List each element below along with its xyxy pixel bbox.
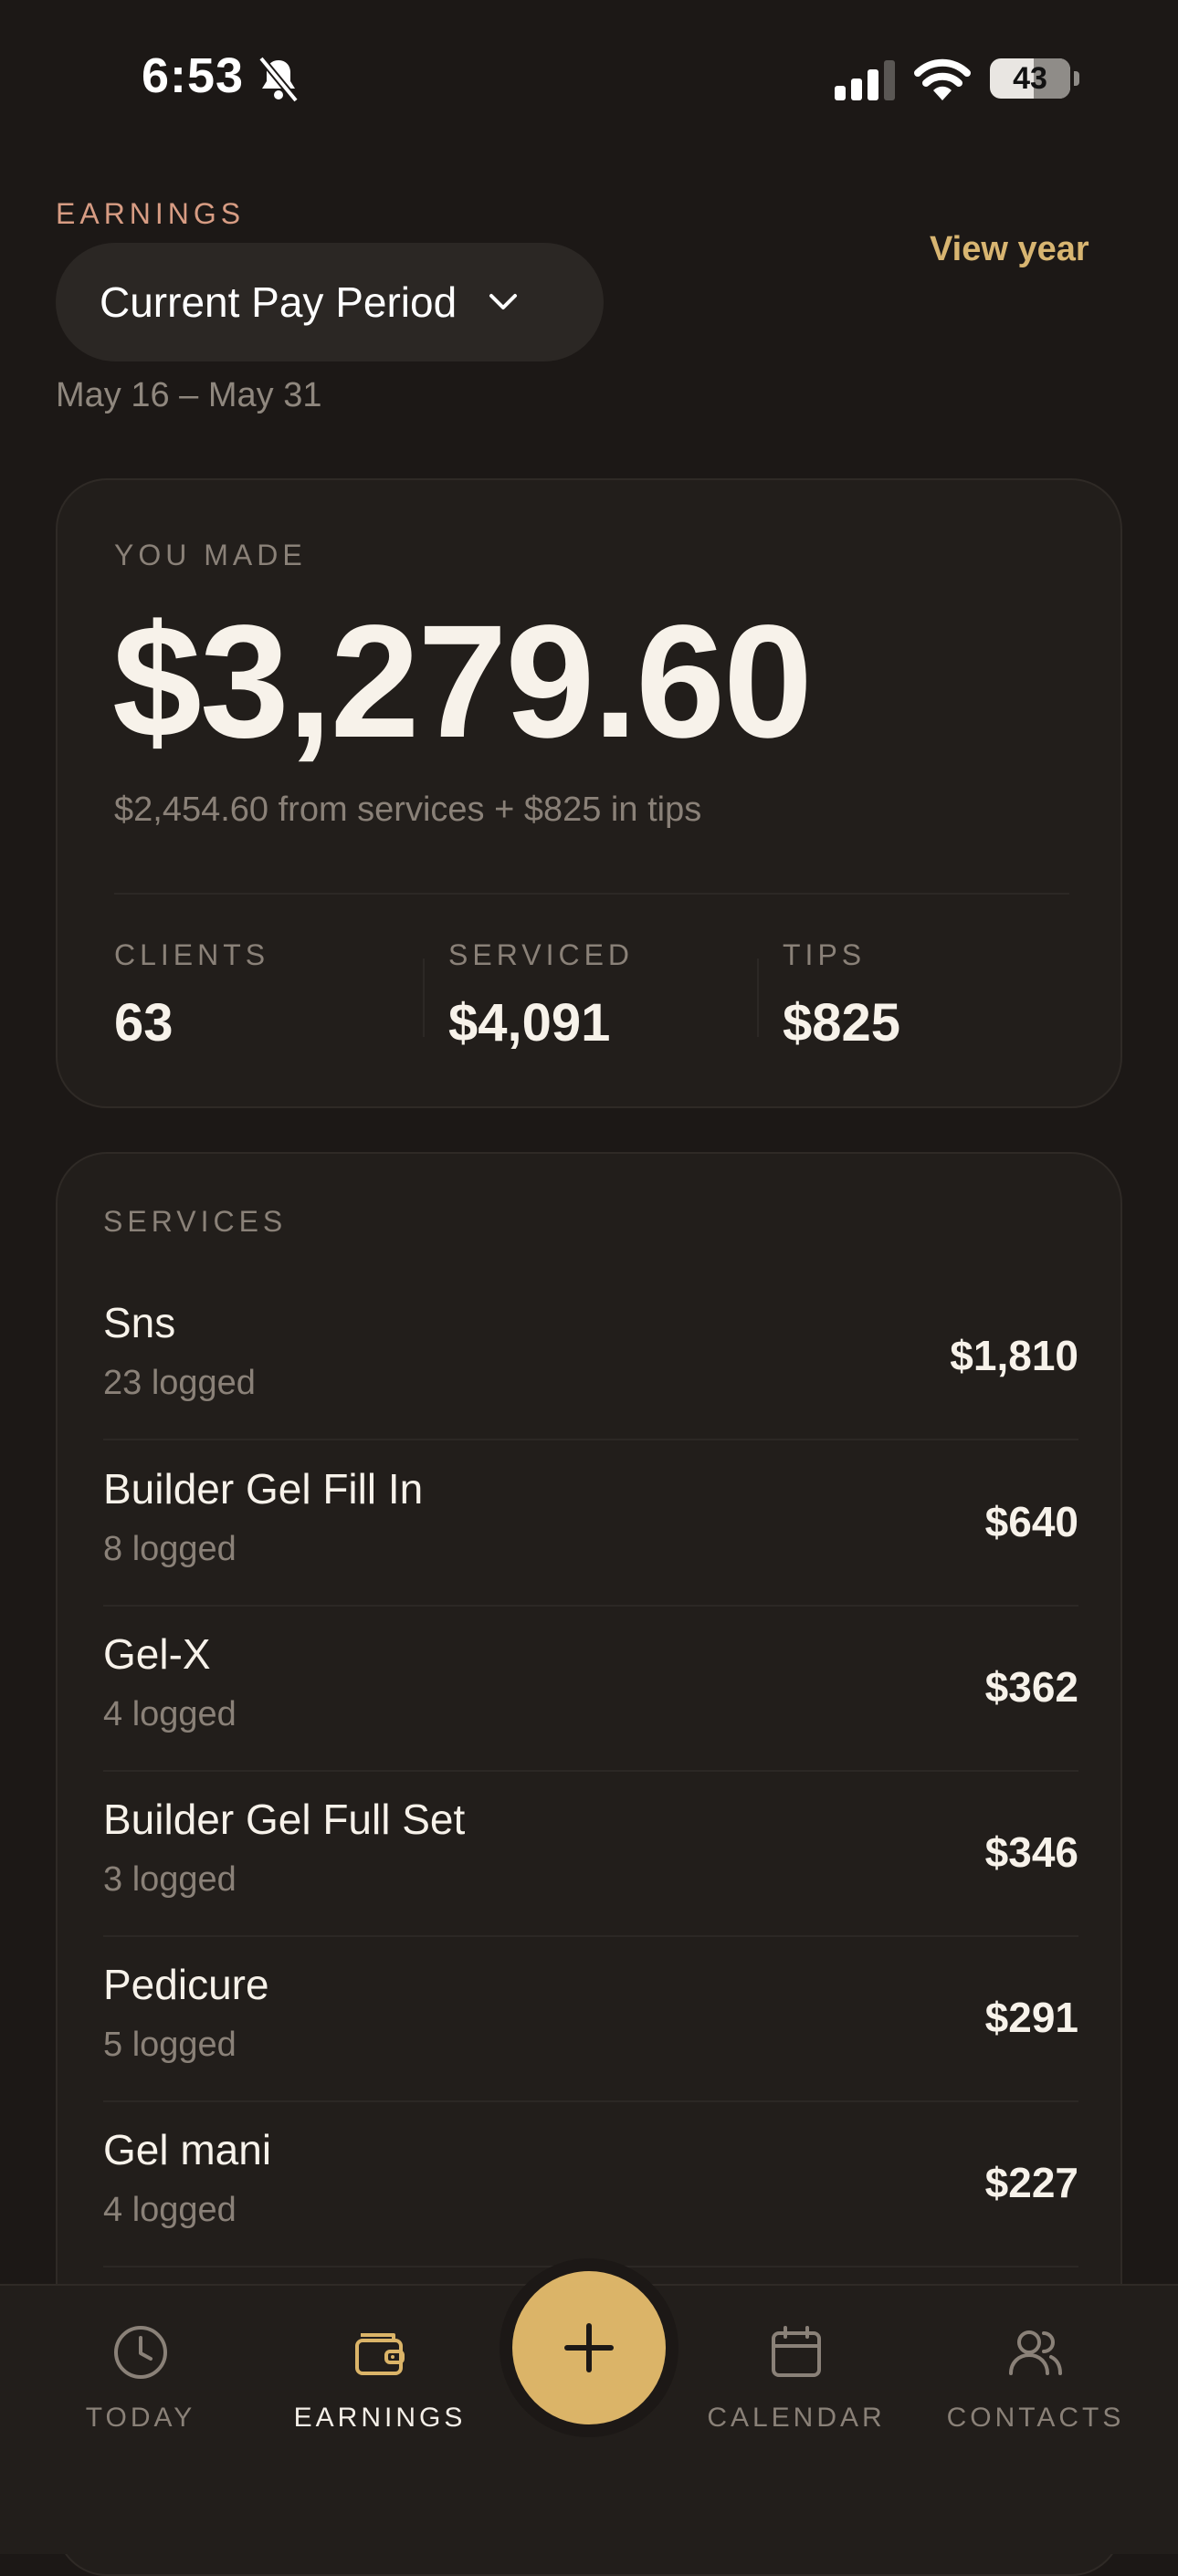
stat-serviced: SERVICED $4,091 bbox=[448, 938, 634, 1053]
stat-value: 63 bbox=[114, 993, 174, 1052]
status-bar: 6:53 43 bbox=[0, 0, 1178, 155]
service-amount: $291 bbox=[984, 1994, 1078, 2041]
divider bbox=[114, 893, 1069, 895]
you-made-label: YOU MADE bbox=[114, 539, 307, 571]
service-name: Builder Gel Fill In bbox=[103, 1465, 424, 1513]
service-name: Gel mani bbox=[103, 2126, 272, 2173]
battery-icon: 43 bbox=[990, 58, 1070, 99]
stat-label: SERVICED bbox=[448, 938, 635, 971]
service-name: Sns bbox=[103, 1299, 176, 1346]
stat-label: TIPS bbox=[783, 938, 867, 971]
service-amount: $362 bbox=[984, 1663, 1078, 1711]
bell-slash-icon bbox=[258, 56, 300, 103]
service-row[interactable]: Gel-X 4 logged $362 bbox=[103, 1607, 1078, 1772]
stat-value: $825 bbox=[783, 993, 901, 1052]
service-count: 23 logged bbox=[103, 1364, 256, 1402]
tab-label: TODAY bbox=[85, 2403, 196, 2433]
earnings-summary-card: YOU MADE $3,279.60 $2,454.60 from servic… bbox=[56, 478, 1122, 1108]
battery-cap bbox=[1074, 71, 1079, 86]
divider bbox=[103, 1439, 1078, 1440]
contacts-icon bbox=[1009, 2330, 1062, 2375]
plus-icon bbox=[564, 2323, 614, 2372]
service-count: 8 logged bbox=[103, 1530, 237, 1568]
cellular-signal-icon bbox=[835, 60, 895, 100]
period-selector-label: Current Pay Period bbox=[100, 278, 458, 326]
tab-label: EARNINGS bbox=[293, 2403, 467, 2433]
battery-level: 43 bbox=[1013, 61, 1047, 96]
status-time: 6:53 bbox=[142, 48, 245, 103]
stat-label: CLIENTS bbox=[114, 938, 270, 971]
divider bbox=[103, 1935, 1078, 1937]
divider bbox=[423, 958, 425, 1037]
tab-contacts[interactable]: CONTACTS bbox=[944, 2322, 1127, 2434]
divider bbox=[103, 2266, 1078, 2267]
wallet-icon bbox=[355, 2333, 405, 2375]
service-name: Pedicure bbox=[103, 1961, 269, 2008]
tab-label: CONTACTS bbox=[946, 2403, 1125, 2433]
service-count: 4 logged bbox=[103, 2191, 237, 2229]
period-selector-button[interactable]: Current Pay Period bbox=[56, 243, 604, 361]
calendar-icon bbox=[772, 2326, 821, 2377]
page-eyebrow: EARNINGS bbox=[56, 197, 246, 230]
services-section-label: SERVICES bbox=[103, 1205, 288, 1238]
service-count: 4 logged bbox=[103, 1695, 237, 1733]
tab-calendar[interactable]: CALENDAR bbox=[705, 2322, 888, 2434]
service-count: 3 logged bbox=[103, 1860, 237, 1899]
tab-today[interactable]: TODAY bbox=[49, 2322, 232, 2434]
earnings-breakdown: $2,454.60 from services + $825 in tips bbox=[114, 791, 702, 829]
service-row[interactable]: Builder Gel Full Set 3 logged $346 bbox=[103, 1773, 1078, 1937]
service-amount: $346 bbox=[984, 1828, 1078, 1876]
service-amount: $640 bbox=[984, 1498, 1078, 1545]
service-amount: $1,810 bbox=[950, 1332, 1078, 1379]
divider bbox=[103, 1605, 1078, 1607]
wifi-icon bbox=[914, 58, 971, 100]
add-button[interactable] bbox=[512, 2271, 666, 2424]
divider bbox=[103, 2100, 1078, 2102]
tab-earnings[interactable]: EARNINGS bbox=[289, 2322, 471, 2434]
service-name: Builder Gel Full Set bbox=[103, 1796, 466, 1843]
total-earnings: $3,279.60 bbox=[112, 592, 813, 771]
divider bbox=[103, 1770, 1078, 1772]
date-range: May 16 – May 31 bbox=[56, 376, 322, 414]
view-year-link[interactable]: View year bbox=[930, 230, 1089, 269]
clock-icon bbox=[114, 2326, 167, 2379]
service-row[interactable]: Sns 23 logged $1,810 bbox=[103, 1276, 1078, 1440]
tab-label: CALENDAR bbox=[707, 2403, 886, 2433]
service-name: Gel-X bbox=[103, 1630, 211, 1678]
service-row[interactable]: Builder Gel Fill In 8 logged $640 bbox=[103, 1442, 1078, 1607]
chevron-down-icon bbox=[489, 294, 518, 309]
service-row[interactable]: Pedicure 5 logged $291 bbox=[103, 1938, 1078, 2102]
service-amount: $227 bbox=[984, 2159, 1078, 2206]
service-count: 5 logged bbox=[103, 2026, 237, 2064]
stat-tips: TIPS $825 bbox=[783, 938, 900, 1053]
stat-value: $4,091 bbox=[448, 993, 611, 1052]
divider bbox=[757, 958, 759, 1037]
stat-clients: CLIENTS 63 bbox=[114, 938, 269, 1053]
service-row[interactable]: Gel mani 4 logged $227 bbox=[103, 2103, 1078, 2267]
